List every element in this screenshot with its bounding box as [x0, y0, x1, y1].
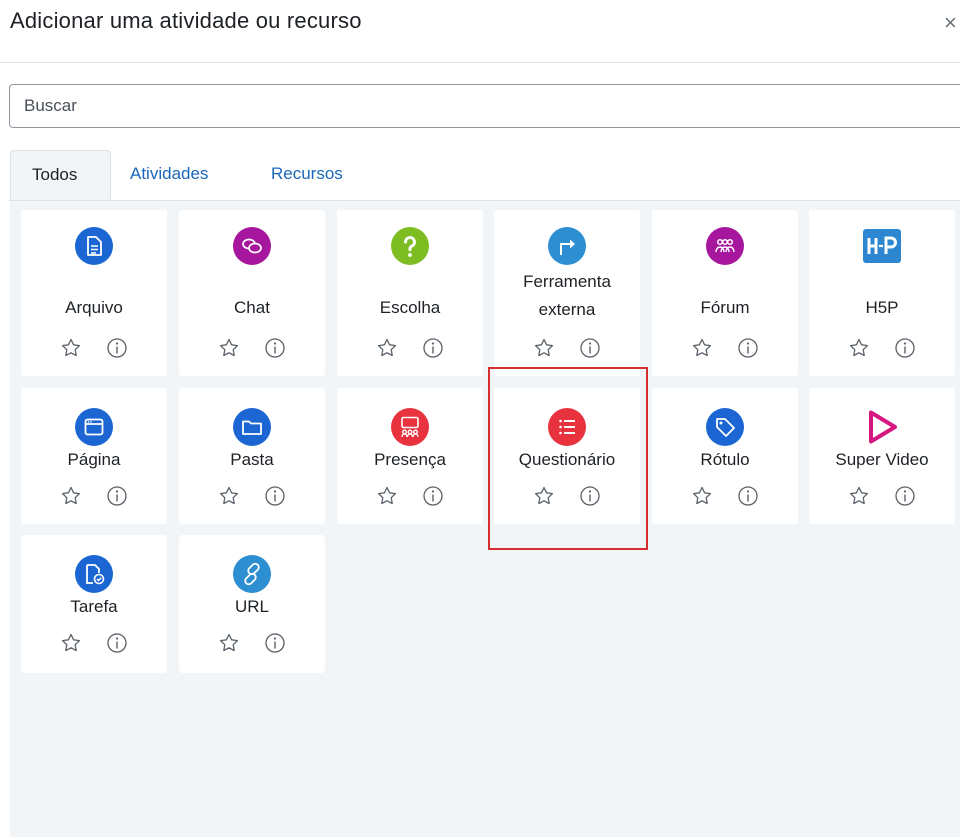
module-card-pagina[interactable]: Página [21, 388, 167, 524]
module-name: Pasta [230, 450, 274, 469]
module-card-rotulo[interactable]: Rótulo [652, 388, 798, 524]
module-name: Tarefa [70, 597, 118, 616]
star-icon[interactable] [690, 336, 714, 360]
star-icon[interactable] [59, 484, 83, 508]
tab-recursos[interactable]: Recursos [250, 150, 364, 200]
module-card-url[interactable]: URL [179, 535, 325, 673]
info-icon[interactable] [105, 631, 129, 655]
attendance-icon [391, 408, 429, 446]
h5p-icon [863, 227, 901, 265]
search-input[interactable] [9, 84, 960, 128]
tab-bar: Todos Atividades Recursos [9, 150, 960, 201]
file-icon [75, 227, 113, 265]
info-icon[interactable] [105, 336, 129, 360]
info-icon[interactable] [736, 484, 760, 508]
info-icon[interactable] [421, 484, 445, 508]
module-card-presenca[interactable]: Presença [337, 388, 483, 524]
star-icon[interactable] [217, 336, 241, 360]
star-icon[interactable] [847, 336, 871, 360]
module-name: Rótulo [700, 450, 750, 469]
tab-atividades[interactable]: Atividades [109, 150, 229, 200]
star-icon[interactable] [847, 484, 871, 508]
module-card-questionario[interactable]: Questionário [494, 388, 640, 524]
dialog-title: Adicionar uma atividade ou recurso [10, 8, 362, 33]
star-icon[interactable] [217, 484, 241, 508]
info-icon[interactable] [263, 631, 287, 655]
module-name: Ferramenta externa [523, 272, 611, 319]
close-button[interactable]: × [944, 10, 957, 36]
module-grid: Arquivo Chat Escolha Ferramenta externa [10, 201, 960, 837]
star-icon[interactable] [59, 631, 83, 655]
info-icon[interactable] [736, 336, 760, 360]
module-name: Chat [234, 298, 270, 317]
link-icon [233, 555, 271, 593]
tab-todos[interactable]: Todos [10, 150, 111, 200]
module-name: Escolha [379, 298, 441, 317]
info-icon[interactable] [263, 336, 287, 360]
module-card-forum[interactable]: Fórum [652, 210, 798, 376]
star-icon[interactable] [690, 484, 714, 508]
module-name: Presença [374, 450, 446, 469]
module-name: URL [234, 597, 269, 616]
module-card-pasta[interactable]: Pasta [179, 388, 325, 524]
info-icon[interactable] [263, 484, 287, 508]
star-icon[interactable] [532, 336, 556, 360]
module-card-escolha[interactable]: Escolha [337, 210, 483, 376]
module-card-super-video[interactable]: Super Video [809, 388, 955, 524]
chat-icon [233, 227, 271, 265]
info-icon[interactable] [421, 336, 445, 360]
module-card-tarefa[interactable]: Tarefa [21, 535, 167, 673]
info-icon[interactable] [578, 484, 602, 508]
star-icon[interactable] [375, 484, 399, 508]
module-name: Questionário [518, 450, 616, 469]
info-icon[interactable] [105, 484, 129, 508]
module-name: H5P [865, 298, 899, 317]
label-icon [706, 408, 744, 446]
module-card-h5p[interactable]: H5P [809, 210, 955, 376]
play-triangle-icon [863, 408, 901, 446]
quiz-icon [548, 408, 586, 446]
forum-icon [706, 227, 744, 265]
star-icon[interactable] [532, 484, 556, 508]
dialog-header: Adicionar uma atividade ou recurso × [0, 0, 960, 63]
star-icon[interactable] [375, 336, 399, 360]
module-name: Fórum [700, 298, 750, 317]
info-icon[interactable] [578, 336, 602, 360]
info-icon[interactable] [893, 336, 917, 360]
module-card-arquivo[interactable]: Arquivo [21, 210, 167, 376]
external-tool-icon [548, 227, 586, 265]
module-card-chat[interactable]: Chat [179, 210, 325, 376]
star-icon[interactable] [217, 631, 241, 655]
assignment-icon [75, 555, 113, 593]
module-name: Página [67, 450, 121, 469]
question-icon [391, 227, 429, 265]
star-icon[interactable] [59, 336, 83, 360]
page-icon [75, 408, 113, 446]
folder-icon [233, 408, 271, 446]
info-icon[interactable] [893, 484, 917, 508]
module-name: Arquivo [65, 298, 123, 317]
module-card-ferramenta-externa[interactable]: Ferramenta externa [494, 210, 640, 376]
module-name: Super Video [835, 450, 929, 469]
